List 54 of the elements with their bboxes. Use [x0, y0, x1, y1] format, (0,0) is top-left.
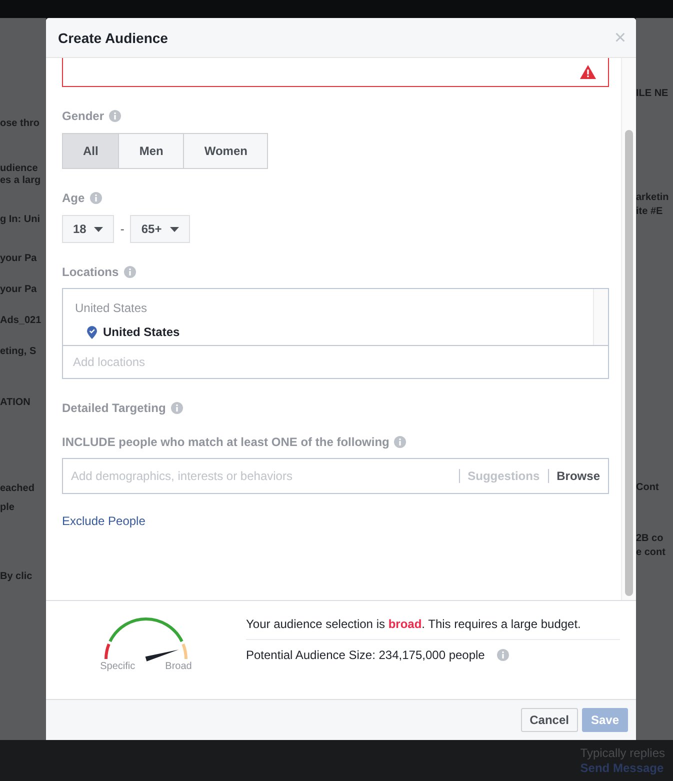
targeting-field[interactable]: Add demographics, interests or behaviors Suggestions Browse: [62, 458, 609, 494]
gauge-max-label: Broad: [165, 661, 192, 672]
info-icon[interactable]: [496, 649, 509, 661]
background-text: By clic: [0, 571, 34, 582]
background-text: arketin: [636, 192, 670, 203]
background-text: ATION: [0, 397, 32, 408]
location-pin-icon: [87, 326, 97, 338]
age-separator: -: [120, 222, 124, 236]
gender-label: Gender: [62, 109, 104, 123]
background-text: eached: [0, 483, 36, 494]
gender-option[interactable]: All: [62, 133, 120, 169]
info-icon[interactable]: [170, 402, 183, 414]
max-age-select[interactable]: 65+: [130, 215, 190, 243]
gender-option[interactable]: Women: [183, 133, 268, 169]
scrollbar[interactable]: [621, 58, 636, 600]
age-label: Age: [62, 191, 85, 205]
caret-icon: [170, 226, 179, 232]
location-item: United States: [103, 325, 180, 339]
error-field[interactable]: [62, 58, 609, 87]
background-text: ILE NE: [636, 88, 670, 99]
background-text: g In: Uni: [0, 214, 41, 225]
locations-field[interactable]: United States United States Add locations: [62, 288, 609, 379]
audience-size: Potential Audience Size: 234,175,000 people: [246, 648, 485, 662]
background-text: 2B co: [636, 533, 664, 544]
background-text: Ads_021: [0, 315, 42, 326]
info-icon[interactable]: [109, 110, 122, 122]
background-text: Cont: [636, 482, 660, 493]
audience-message: Your audience selection is broad. This requires a large budget.: [246, 617, 620, 640]
warning-icon: [580, 65, 596, 79]
background-text: your Pa: [0, 253, 38, 264]
info-icon[interactable]: [394, 436, 406, 448]
detailed-targeting-label: Detailed Targeting: [62, 401, 166, 415]
background-text: ple: [0, 502, 16, 513]
gender-option[interactable]: Men: [118, 133, 184, 169]
gauge-min-label: Specific: [100, 661, 136, 672]
caret-icon: [94, 226, 104, 232]
cancel-button[interactable]: Cancel: [520, 708, 578, 732]
background-text: eting, S: [0, 346, 38, 357]
background-text: e cont: [636, 547, 666, 558]
include-label: INCLUDE people who match at least ONE of the following: [62, 435, 390, 449]
info-icon[interactable]: [124, 266, 136, 278]
list-scrollbar: [593, 289, 608, 345]
background-text: your Pa: [0, 284, 38, 295]
info-icon[interactable]: [90, 192, 102, 204]
exclude-people-link[interactable]: Exclude People: [62, 514, 146, 528]
background-text: udience: [0, 163, 39, 174]
background-text: ose thro: [0, 118, 40, 129]
background-text: ite #E: [636, 206, 664, 217]
browse-link[interactable]: Browse: [548, 469, 608, 483]
background-text: es a larg: [0, 175, 42, 186]
min-age-select[interactable]: 18: [62, 215, 114, 243]
dialog-title: Create Audience: [58, 30, 168, 46]
locations-label: Locations: [62, 265, 119, 279]
location-group: United States: [75, 301, 581, 315]
